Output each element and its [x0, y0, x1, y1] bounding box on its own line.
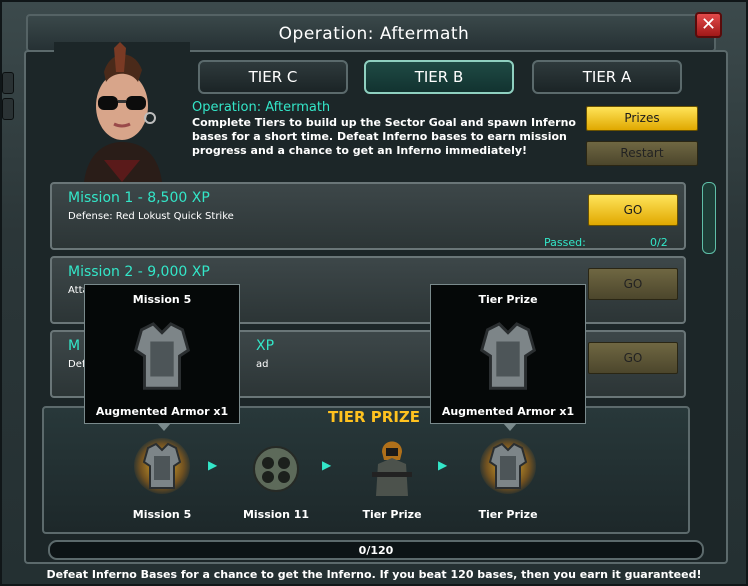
prize-label: Mission 11 [242, 508, 310, 521]
tab-tier-a[interactable]: TIER A [532, 60, 682, 94]
go-button-locked[interactable]: GO [588, 342, 678, 374]
frame-bolt [2, 72, 14, 94]
armor-icon [488, 442, 528, 489]
mission-objective: Defense: Red Lokust Quick Strike [68, 211, 234, 222]
soldier-icon [372, 441, 412, 496]
go-button-locked[interactable]: GO [588, 268, 678, 300]
tab-label: TIER B [414, 68, 464, 86]
close-button[interactable]: ✕ [695, 12, 722, 38]
chevron-right-icon: ▶ [438, 458, 448, 472]
prize-label: Tier Prize [478, 508, 538, 521]
tab-label: TIER A [582, 68, 632, 86]
tab-label: TIER C [248, 68, 298, 86]
progress-text: 0/120 [358, 544, 394, 557]
go-label: GO [623, 351, 643, 365]
prize-item[interactable]: Tier Prize [458, 432, 558, 528]
chevron-right-icon: ▶ [208, 458, 218, 472]
tooltip-title: Mission 5 [132, 293, 192, 306]
frame-bolt [2, 98, 14, 120]
turret-icon [253, 446, 299, 492]
tab-tier-c[interactable]: TIER C [198, 60, 348, 94]
chevron-right-icon: ▶ [322, 458, 332, 472]
restart-label: Restart [620, 146, 664, 160]
go-label: GO [623, 203, 643, 217]
mission-title-tail: XP [256, 338, 275, 354]
footer-note: Defeat Inferno Bases for a chance to get… [46, 568, 702, 581]
prize-item[interactable]: Tier Prize [342, 432, 442, 528]
mission-title: Mission 1 - 8,500 XP [68, 190, 210, 206]
reward-tooltip: Tier Prize Augmented Armor x1 [430, 284, 586, 431]
armor-icon [142, 442, 182, 489]
restart-button[interactable]: Restart [586, 141, 698, 166]
mission-title: M [68, 338, 81, 354]
operation-description: Complete Tiers to build up the Sector Go… [192, 116, 576, 157]
prize-label: Mission 5 [132, 508, 192, 521]
prizes-label: Prizes [624, 111, 660, 125]
operation-window: Operation: Aftermath ✕ TIER C TIER B TIE… [0, 0, 748, 586]
missions-scrollbar[interactable] [702, 182, 716, 254]
mission-card: Mission 1 - 8,500 XP Defense: Red Lokust… [50, 182, 686, 250]
passed-label: Passed: [544, 236, 586, 249]
reward-tooltip: Mission 5 Augmented Armor x1 [84, 284, 240, 431]
mission-title: Mission 2 - 9,000 XP [68, 264, 210, 280]
tooltip-arrow [503, 423, 517, 431]
tab-tier-b[interactable]: TIER B [364, 60, 514, 94]
tooltip-reward: Augmented Armor x1 [95, 405, 229, 418]
go-button[interactable]: GO [588, 194, 678, 226]
armor-icon [133, 322, 191, 390]
tooltip-reward: Augmented Armor x1 [441, 405, 575, 418]
window-title: Operation: Aftermath [278, 24, 470, 44]
go-label: GO [623, 277, 643, 291]
commander-portrait [54, 42, 190, 182]
prizes-button[interactable]: Prizes [586, 106, 698, 131]
tooltip-arrow [157, 423, 171, 431]
tooltip-title: Tier Prize [478, 293, 538, 306]
armor-icon [479, 322, 537, 390]
close-icon: ✕ [700, 14, 717, 35]
operation-name: Operation: Aftermath [192, 100, 331, 115]
progress-bar: 0/120 [48, 540, 704, 560]
prize-item[interactable]: Mission 11 [226, 432, 326, 528]
prize-label: Tier Prize [362, 508, 422, 521]
mission-objective-tail: ad [256, 359, 269, 370]
prize-item[interactable]: Mission 5 [112, 432, 212, 528]
passed-value: 0/2 [650, 236, 668, 249]
